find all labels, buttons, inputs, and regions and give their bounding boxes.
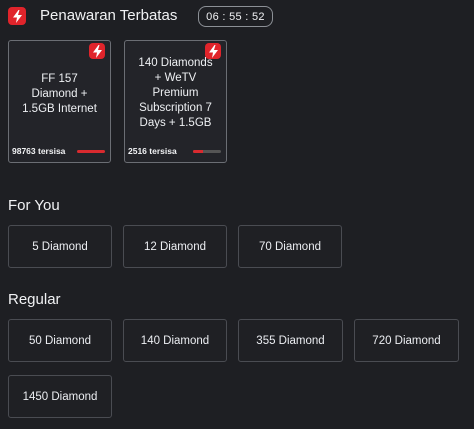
title-line: Days + 1.5GB	[139, 117, 212, 129]
section-title-regular: Regular	[8, 291, 61, 308]
stock-remaining-label: 98763 tersisa	[12, 146, 66, 156]
diamond-option-720[interactable]: 720 Diamond	[354, 319, 459, 362]
section-title-for-you: For You	[8, 197, 60, 214]
diamond-option-355[interactable]: 355 Diamond	[238, 319, 343, 362]
countdown-timer: 06 : 55 : 52	[198, 6, 273, 27]
stock-progress-fill	[193, 150, 203, 153]
stock-progress-fill	[77, 150, 105, 153]
title-line: + WeTV	[154, 72, 197, 84]
flash-sale-card-2[interactable]: 140 Diamonds + WeTV Premium Subscription…	[124, 40, 227, 163]
title-line: Diamond +	[31, 88, 88, 100]
diamond-option-5[interactable]: 5 Diamond	[8, 225, 112, 268]
stock-progress-bar	[77, 150, 105, 153]
title-line: Subscription 7	[139, 102, 212, 114]
flash-sale-card-title: 140 Diamonds + WeTV Premium Subscription…	[129, 56, 222, 131]
stock-progress-bar	[193, 150, 221, 153]
diamond-option-70[interactable]: 70 Diamond	[238, 225, 342, 268]
diamond-option-1450[interactable]: 1450 Diamond	[8, 375, 112, 418]
diamond-option-50[interactable]: 50 Diamond	[8, 319, 112, 362]
title-line: 140 Diamonds	[138, 57, 213, 69]
title-line: 1.5GB Internet	[22, 103, 97, 115]
flash-sale-card-title: FF 157 Diamond + 1.5GB Internet	[13, 72, 106, 117]
diamond-option-12[interactable]: 12 Diamond	[123, 225, 227, 268]
page-title: Penawaran Terbatas	[40, 7, 178, 24]
stock-remaining-label: 2516 tersisa	[128, 146, 177, 156]
diamond-option-140[interactable]: 140 Diamond	[123, 319, 227, 362]
lightning-bolt-icon	[89, 43, 105, 59]
title-line: FF 157	[41, 73, 78, 85]
flash-sale-card-1[interactable]: FF 157 Diamond + 1.5GB Internet 98763 te…	[8, 40, 111, 163]
title-line: Premium	[152, 87, 199, 99]
lightning-bolt-icon	[8, 7, 26, 25]
